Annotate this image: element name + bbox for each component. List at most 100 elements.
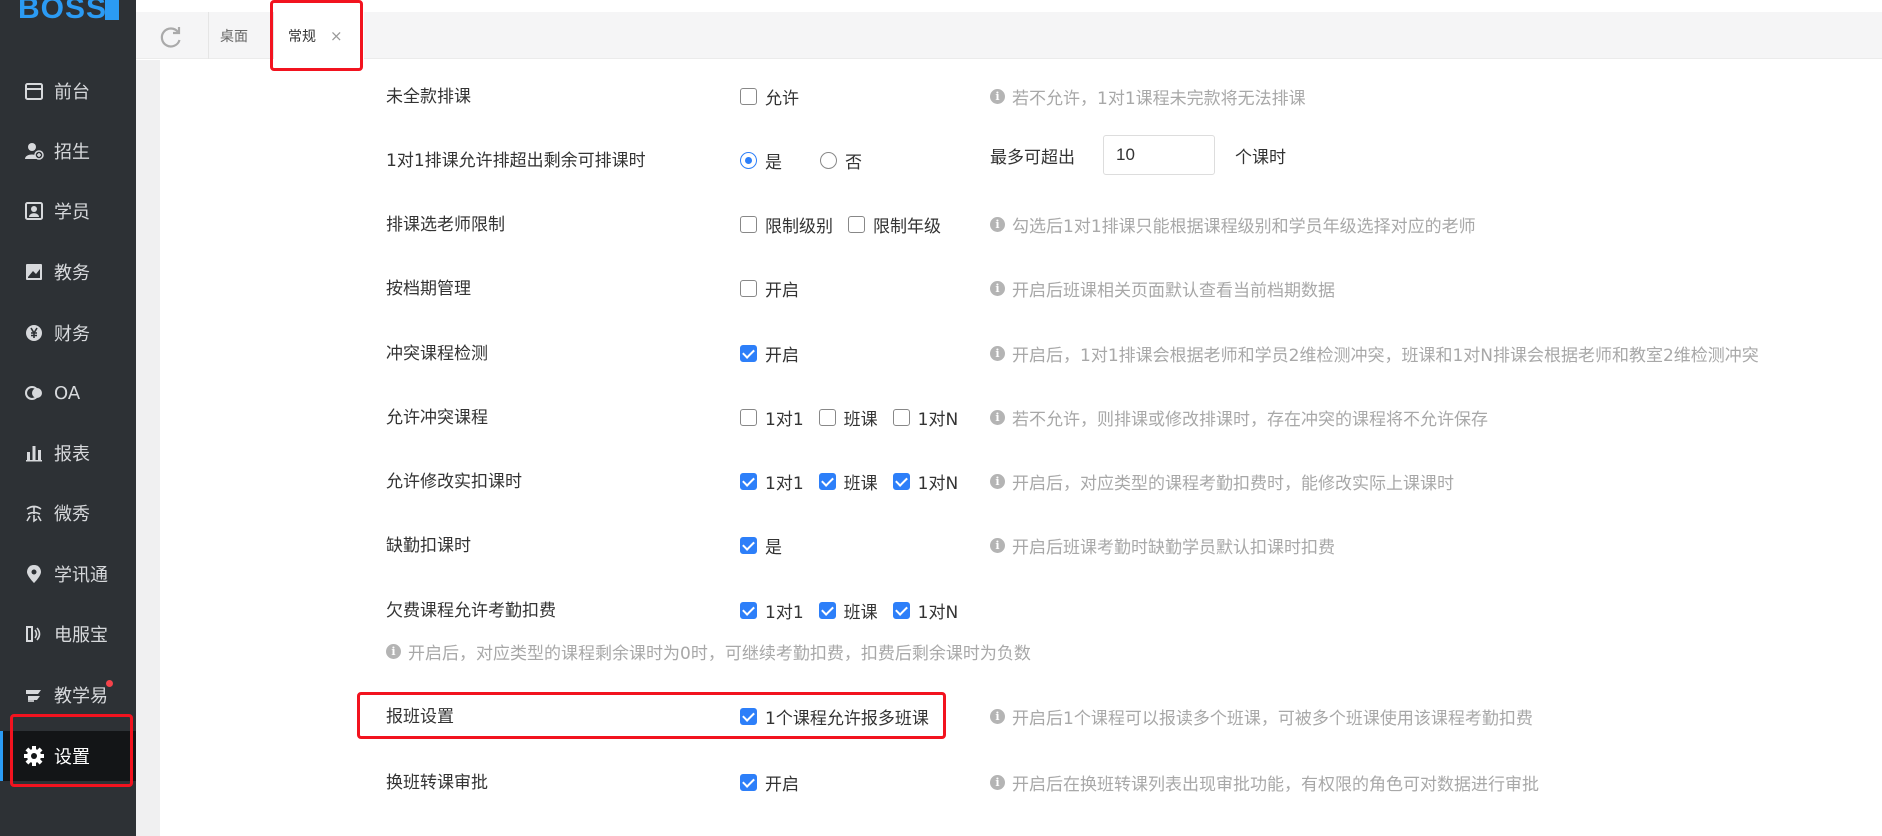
option-label: 允许	[765, 89, 799, 109]
info-icon: i	[990, 89, 1005, 104]
checkbox-box[interactable]	[740, 409, 757, 426]
setting-hint: i 若不允许，1对1课程未完款将无法排课	[990, 84, 1306, 109]
setting-hint: i 开启后，对应类型的课程剩余课时为0时，可继续考勤扣费，扣费后剩余课时为负数	[386, 639, 1031, 664]
setting-hint: i 开启后在换班转课列表出现审批功能，有权限的角色可对数据进行审批	[990, 770, 1539, 795]
tab-desktop[interactable]: 桌面	[208, 12, 274, 59]
hint-text: 开启后，对应类型的课程考勤扣费时，能修改实际上课课时	[1012, 474, 1454, 494]
limit-grade-checkbox[interactable]: 限制年级	[848, 212, 941, 237]
setting-label: 冲突课程检测	[386, 344, 488, 364]
setting-label: 允许修改实扣课时	[386, 472, 522, 492]
checkbox-box[interactable]	[740, 345, 757, 362]
info-icon: i	[990, 217, 1005, 232]
setting-hint: i 开启后，1对1排课会根据老师和学员2维检测冲突，班课和1对N排课会根据老师和教…	[990, 341, 1759, 366]
checkbox-box[interactable]	[740, 88, 757, 105]
info-icon: i	[386, 644, 401, 659]
checkbox-box[interactable]	[818, 473, 836, 490]
setting-hint: i 勾选后1对1排课只能根据课程级别和学员年级选择对应的老师	[990, 212, 1476, 237]
yes-checkbox[interactable]: 是	[740, 533, 782, 558]
enable-checkbox[interactable]: 开启	[740, 341, 799, 366]
option-label: 开启	[765, 346, 799, 366]
setting-label: 排课选老师限制	[386, 215, 505, 235]
tab-bar: 桌面 常规 ×	[136, 12, 1882, 59]
max-exceed-prefix: 最多可超出	[990, 147, 1075, 168]
limit-level-checkbox[interactable]: 限制级别	[740, 212, 833, 237]
setting-hint: i 开启后班课考勤时缺勤学员默认扣课时扣费	[990, 533, 1335, 558]
hint-text: 开启后在换班转课列表出现审批功能，有权限的角色可对数据进行审批	[1012, 775, 1539, 795]
option-label: 1对N	[917, 410, 959, 430]
setting-label: 换班转课审批	[386, 773, 488, 793]
allow-checkbox[interactable]: 允许	[740, 84, 799, 109]
radio-dot[interactable]	[820, 152, 837, 169]
brand-logo: BOSS	[18, 0, 108, 22]
one-to-one-checkbox[interactable]: 1对1	[740, 469, 804, 494]
setting-row-absence-deduction: 缺勤扣课时 是 i 开启后班课考勤时缺勤学员默认扣课时扣费	[0, 511, 1882, 575]
checkbox-box[interactable]	[740, 216, 757, 233]
highlight-enrollment-box	[357, 692, 946, 739]
one-to-one-checkbox[interactable]: 1对1	[740, 405, 804, 430]
setting-row-allow-conflict: 允许冲突课程 1对1 班课 1对N i 若不允许，则排课或修改排课时，存在冲突的课…	[0, 383, 1882, 447]
setting-label: 按档期管理	[386, 279, 471, 299]
info-icon: i	[990, 410, 1005, 425]
option-label: 1对1	[765, 603, 804, 623]
option-label: 是	[765, 538, 782, 558]
option-label: 否	[845, 153, 862, 173]
checkbox-box[interactable]	[740, 280, 757, 297]
hint-text: 开启后班课考勤时缺勤学员默认扣课时扣费	[1012, 538, 1335, 558]
max-exceed-input[interactable]	[1103, 135, 1215, 175]
checkbox-box[interactable]	[740, 602, 757, 619]
one-to-n-checkbox[interactable]: 1对N	[892, 405, 959, 430]
one-to-n-checkbox[interactable]: 1对N	[892, 598, 959, 623]
checkbox-box[interactable]	[740, 537, 757, 554]
brand-logo-badge	[105, 0, 119, 20]
one-to-n-checkbox[interactable]: 1对N	[892, 469, 959, 494]
enable-checkbox[interactable]: 开启	[740, 276, 799, 301]
checkbox-box[interactable]	[818, 409, 836, 426]
option-label: 限制年级	[873, 217, 941, 237]
checkbox-box[interactable]	[892, 602, 910, 619]
setting-hint: i 开启后班课相关页面默认查看当前档期数据	[990, 276, 1335, 301]
checkbox-box[interactable]	[892, 409, 910, 426]
tab-label: 桌面	[220, 28, 248, 45]
refresh-icon[interactable]	[158, 24, 184, 50]
info-icon: i	[990, 474, 1005, 489]
setting-hint: i 开启后，对应类型的课程考勤扣费时，能修改实际上课课时	[990, 469, 1454, 494]
notification-dot	[106, 680, 113, 687]
hint-text: 若不允许，则排课或修改排课时，存在冲突的课程将不允许保存	[1012, 410, 1488, 430]
max-exceed-suffix: 个课时	[1235, 147, 1286, 168]
checkbox-box[interactable]	[892, 473, 910, 490]
setting-row-schedule-period: 按档期管理 开启 i 开启后班课相关页面默认查看当前档期数据	[0, 254, 1882, 318]
hint-text: 若不允许，1对1课程未完款将无法排课	[1012, 89, 1306, 109]
checkbox-box[interactable]	[818, 602, 836, 619]
setting-hint: i 开启后1个课程可以报读多个班课，可被多个班课使用该课程考勤扣费	[990, 704, 1533, 729]
checkbox-box[interactable]	[848, 216, 865, 233]
radio-yes[interactable]: 是	[740, 148, 782, 173]
setting-label: 1对1排课允许排超出剩余可排课时	[386, 151, 646, 171]
option-label: 1对N	[917, 474, 959, 494]
checkbox-box[interactable]	[740, 774, 757, 791]
class-course-checkbox[interactable]: 班课	[818, 598, 878, 623]
setting-row-transfer-approval: 换班转课审批 开启 i 开启后在换班转课列表出现审批功能，有权限的角色可对数据进行…	[0, 758, 1882, 822]
class-course-checkbox[interactable]: 班课	[818, 405, 878, 430]
setting-label: 欠费课程允许考勤扣费	[386, 601, 556, 621]
one-to-one-checkbox[interactable]: 1对1	[740, 598, 804, 623]
highlight-settings-box	[10, 714, 133, 787]
option-label: 班课	[843, 474, 878, 494]
class-course-checkbox[interactable]: 班课	[818, 469, 878, 494]
hint-text: 开启后，1对1排课会根据老师和学员2维检测冲突，班课和1对N排课会根据老师和教室…	[1012, 346, 1759, 366]
hint-text: 开启后班课相关页面默认查看当前档期数据	[1012, 281, 1335, 301]
enable-checkbox[interactable]: 开启	[740, 770, 799, 795]
radio-dot[interactable]	[740, 152, 757, 169]
radio-no[interactable]: 否	[820, 148, 862, 173]
option-label: 1对N	[917, 603, 959, 623]
info-icon: i	[990, 775, 1005, 790]
setting-row-arrears-deduction: 欠费课程允许考勤扣费 1对1 班课 1对N i 开启后，对应类型的课程剩余课时为0…	[0, 576, 1882, 666]
option-label: 是	[765, 153, 782, 173]
info-icon: i	[990, 281, 1005, 296]
max-exceed-control: 最多可超出 个课时	[990, 135, 1286, 175]
checkbox-box[interactable]	[740, 473, 757, 490]
info-icon: i	[990, 346, 1005, 361]
setting-row-exceed-hours: 1对1排课允许排超出剩余可排课时 是 否 最多可超出 个课时	[0, 126, 1882, 190]
setting-label: 未全款排课	[386, 87, 471, 107]
top-strip	[136, 0, 1882, 12]
setting-label: 缺勤扣课时	[386, 536, 471, 556]
